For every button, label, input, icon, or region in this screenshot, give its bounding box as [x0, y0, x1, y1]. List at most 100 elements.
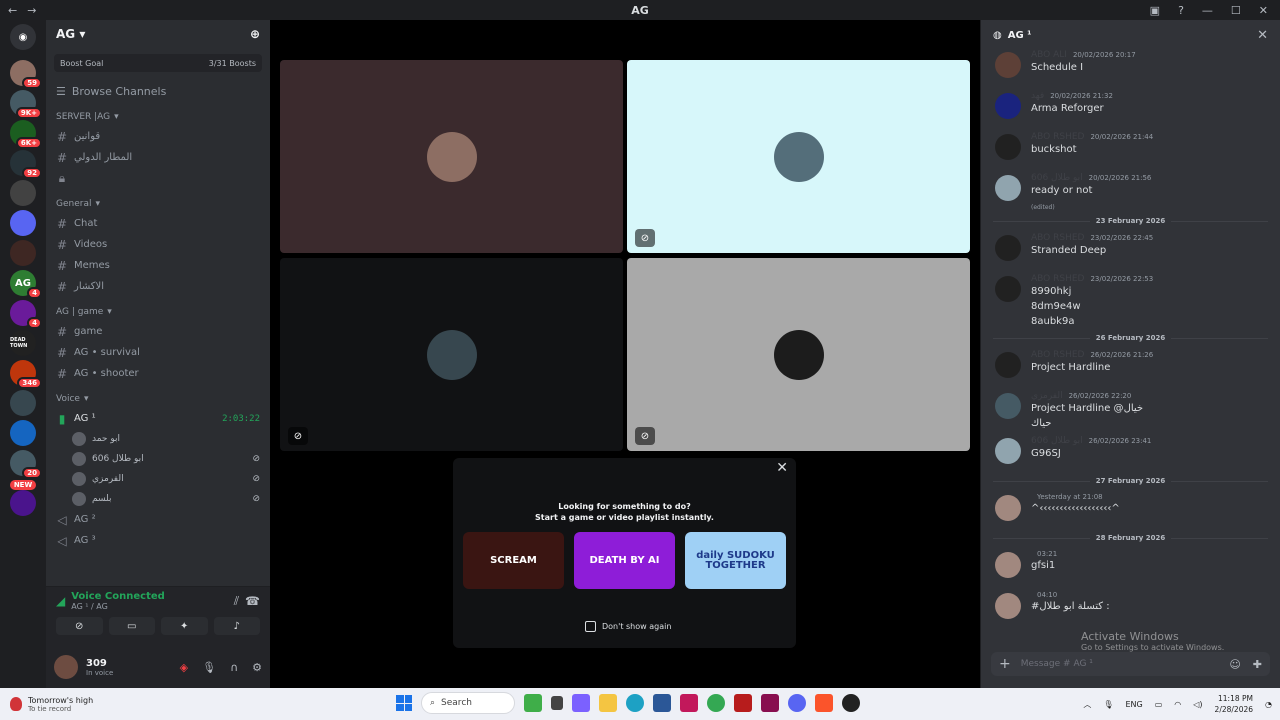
help-icon[interactable]: ?: [1178, 4, 1184, 17]
text-channel[interactable]: # AG • shooter: [46, 363, 270, 384]
participant-tile[interactable]: ⊘: [627, 60, 970, 253]
channel-category[interactable]: General ▾: [46, 195, 270, 213]
chat-message[interactable]: ABO RSHED 20/02/2026 21:44 buckshot: [981, 132, 1280, 168]
mic-icon[interactable]: 🎙︎: [1103, 700, 1113, 709]
message-author[interactable]: ابو طلال 606: [1031, 436, 1083, 446]
text-channel[interactable]: # المطار الدولي: [46, 147, 270, 168]
chat-message[interactable]: 04:10 #كتسلة ابو طلال :: [981, 591, 1280, 627]
chat-message[interactable]: ABO RSHED 26/02/2026 21:26 Project Hardlin…: [981, 350, 1280, 386]
taskbar-search[interactable]: ⌕ Search: [421, 692, 515, 714]
widgets-icon[interactable]: [524, 694, 542, 712]
avatar[interactable]: [995, 52, 1021, 78]
text-channel[interactable]: # قوانين: [46, 126, 270, 147]
avatar[interactable]: [995, 175, 1021, 201]
chat-message[interactable]: ABO RSHED 23/02/2026 22:45 Stranded Deep: [981, 233, 1280, 269]
camera-off-button[interactable]: ⊘: [56, 617, 103, 635]
message-author[interactable]: ABO RSHED: [1031, 132, 1084, 142]
server-icon[interactable]: 346: [10, 360, 42, 389]
brave-icon[interactable]: [815, 694, 833, 712]
chat-message[interactable]: ABO RSHED 23/02/2026 22:53 8990hkj 8dm9e4w 8…: [981, 274, 1280, 329]
avatar[interactable]: [995, 552, 1021, 578]
chat-message[interactable]: Yesterday at 21:08 ^‹‹‹‹‹‹‹‹‹‹‹‹‹‹‹‹‹‹^: [981, 493, 1280, 529]
headphones-icon[interactable]: ∩: [230, 661, 238, 674]
apps-icon[interactable]: ✚: [1253, 658, 1262, 671]
file-explorer-icon[interactable]: [599, 694, 617, 712]
server-icon[interactable]: 20: [10, 450, 42, 479]
back-arrow-icon[interactable]: ←: [8, 4, 17, 17]
message-author[interactable]: ابو طلال 606: [1031, 173, 1083, 183]
settings-gear-icon[interactable]: ⚙: [252, 661, 262, 674]
invite-icon[interactable]: ⊕: [250, 27, 260, 41]
avatar[interactable]: [995, 134, 1021, 160]
soundboard-button[interactable]: ♪: [213, 617, 260, 635]
server-icon[interactable]: DEAD TOWN: [10, 330, 36, 356]
guild-header[interactable]: AG ▾ ⊕: [46, 20, 270, 48]
avatar[interactable]: [995, 593, 1021, 619]
task-view-icon[interactable]: [551, 696, 563, 710]
browse-channels[interactable]: ☰ Browse Channels: [46, 80, 270, 102]
avatar[interactable]: [995, 352, 1021, 378]
gamepad-icon[interactable]: ◈: [180, 661, 188, 674]
text-channel[interactable]: # AG • survival: [46, 342, 270, 363]
discord-home-icon[interactable]: ◉: [10, 24, 36, 50]
inbox-icon[interactable]: ▣: [1150, 4, 1160, 17]
text-channel[interactable]: # Videos: [46, 234, 270, 255]
message-author[interactable]: ABO RSHED: [1031, 233, 1084, 243]
voice-channel[interactable]: ◁ AG ³: [46, 530, 270, 551]
avatar[interactable]: [995, 93, 1021, 119]
server-icon[interactable]: [10, 390, 36, 416]
dont-show-checkbox[interactable]: [585, 621, 596, 632]
message-author[interactable]: ABO ALI: [1031, 50, 1067, 60]
boost-goal-bar[interactable]: Boost Goal 3/31 Boosts: [54, 54, 262, 72]
noise-suppress-icon[interactable]: ⫽: [234, 594, 239, 609]
text-channel[interactable]: # Memes: [46, 255, 270, 276]
server-icon[interactable]: 59: [10, 60, 42, 89]
discord-icon[interactable]: [788, 694, 806, 712]
attach-plus-icon[interactable]: +: [999, 656, 1011, 672]
activity-card-death-by-ai[interactable]: DEATH BY AI: [574, 532, 675, 589]
mic-icon[interactable]: 🎙︎: [202, 661, 216, 674]
weather-widget[interactable]: Tomorrow's high To tie record: [0, 696, 93, 713]
voice-participant[interactable]: بلسم ⊘: [46, 489, 270, 509]
message-author[interactable]: الفرمزي: [1031, 391, 1063, 401]
chat-message[interactable]: 03:21 gfsi1: [981, 550, 1280, 586]
voice-channel[interactable]: ◁ AG ²: [46, 509, 270, 530]
chevron-up-icon[interactable]: ︿: [1083, 699, 1091, 710]
volume-icon[interactable]: ◁): [1193, 700, 1202, 709]
server-icon[interactable]: [10, 210, 36, 236]
message-composer[interactable]: + Message # AG ¹ ☺ ✚: [991, 652, 1270, 676]
windows-start-icon[interactable]: [396, 695, 412, 711]
channel-category[interactable]: AG | game ▾: [46, 303, 270, 321]
server-icon[interactable]: AG 4: [10, 270, 42, 299]
app-icon[interactable]: [734, 694, 752, 712]
window-close-icon[interactable]: ✕: [1259, 4, 1268, 17]
close-icon[interactable]: ✕: [1257, 28, 1268, 43]
voice-category[interactable]: Voice ▾: [46, 390, 270, 408]
chat-message[interactable]: الفرمزي 26/02/2026 22:20 Project Hardline …: [981, 391, 1280, 431]
server-icon[interactable]: 6K+: [10, 120, 42, 149]
message-author[interactable]: ABO RSHED: [1031, 350, 1084, 360]
activities-button[interactable]: ✦: [161, 617, 208, 635]
chat-message[interactable]: ابو طلال 606 20/02/2026 21:56 ready or not…: [981, 173, 1280, 212]
app-icon[interactable]: [761, 694, 779, 712]
server-icon[interactable]: [10, 490, 36, 516]
voice-channel-active[interactable]: ▮ AG ¹ 2:03:22: [46, 408, 270, 429]
wifi-icon[interactable]: ◠: [1174, 700, 1181, 709]
avatar[interactable]: [54, 655, 78, 679]
server-icon[interactable]: 4: [10, 300, 42, 329]
avatar[interactable]: [995, 393, 1021, 419]
notifications-icon[interactable]: ◔: [1265, 700, 1272, 709]
server-icon[interactable]: [10, 420, 36, 446]
avatar[interactable]: [995, 438, 1021, 464]
maximize-icon[interactable]: ☐: [1231, 4, 1241, 17]
edge-icon[interactable]: [626, 694, 644, 712]
avatar[interactable]: [995, 276, 1021, 302]
app-icon[interactable]: [680, 694, 698, 712]
voice-participant[interactable]: ابو طلال 606 ⊘: [46, 449, 270, 469]
dont-show-again[interactable]: Don't show again: [585, 621, 671, 632]
participant-tile[interactable]: ⊘: [280, 258, 623, 451]
chrome-icon[interactable]: [707, 694, 725, 712]
voice-participant[interactable]: ابو حمد: [46, 429, 270, 449]
voice-participant[interactable]: الفرمزي ⊘: [46, 469, 270, 489]
message-author[interactable]: ABO RSHED: [1031, 274, 1084, 284]
